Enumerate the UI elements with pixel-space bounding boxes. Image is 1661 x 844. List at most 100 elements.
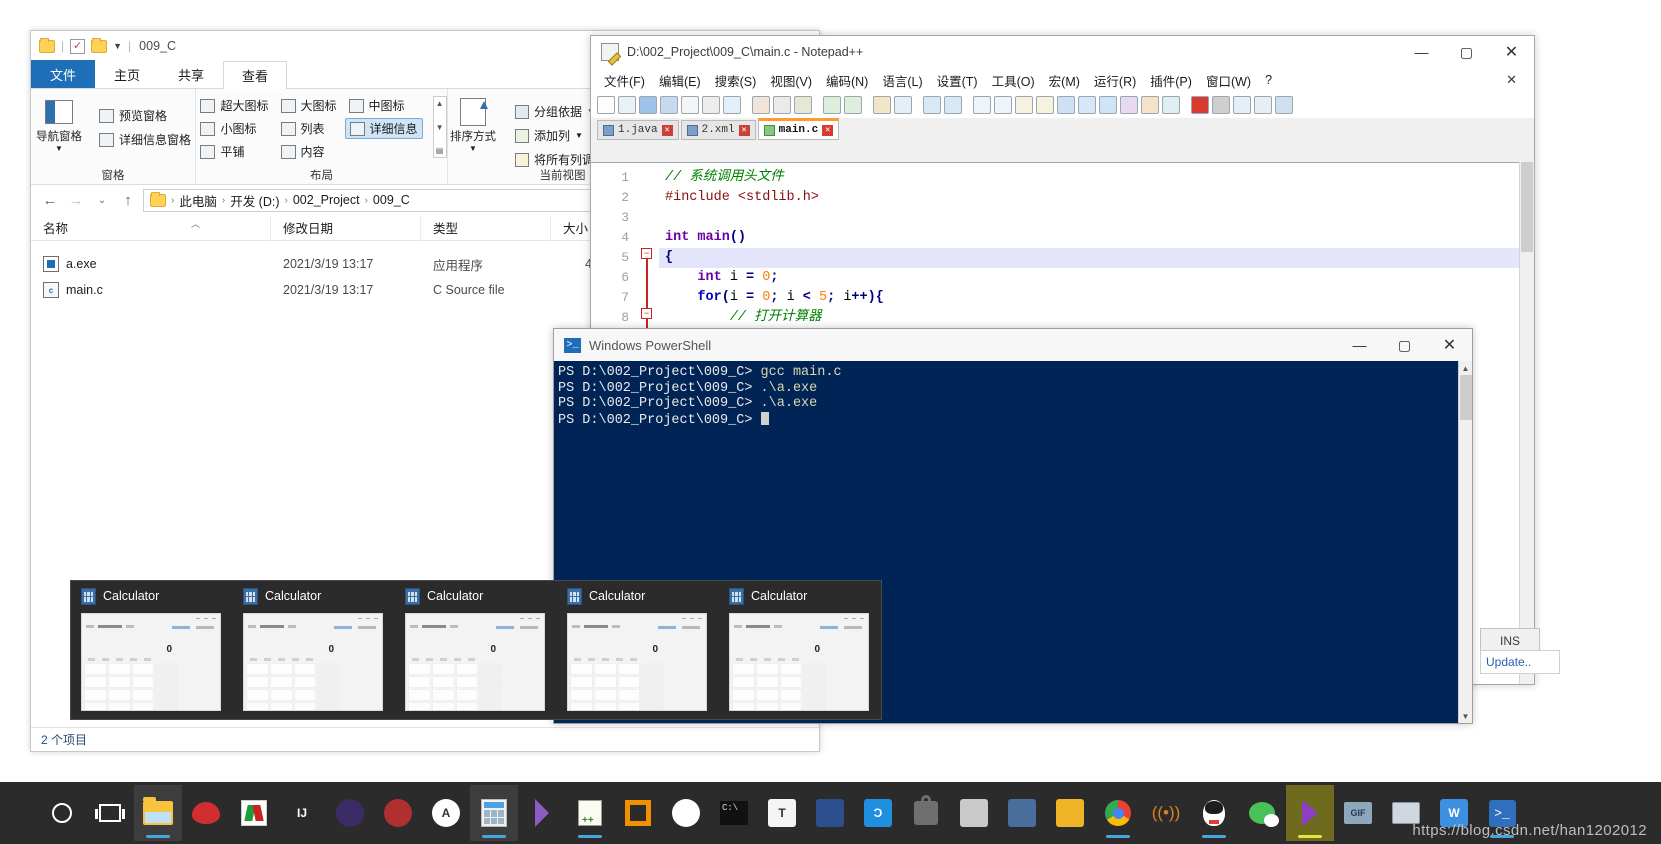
breadcrumb-this-pc[interactable]: 此电脑 [179,191,217,210]
save-icon[interactable] [639,96,657,114]
maximize-button[interactable]: ▢ [1382,329,1427,361]
windows-taskbar[interactable]: IJA++C:\TƆ((•))GIFW>_ https://blog.csdn.… [0,782,1661,844]
close-document-icon[interactable]: ✕ [1499,70,1524,90]
xmind-icon[interactable]: Ɔ [854,785,902,841]
menu-file[interactable]: 文件(F) [597,69,652,92]
column-header-type[interactable]: 类型 [421,215,551,241]
gif-tool-icon[interactable]: GIF [1334,785,1382,841]
close-icon[interactable]: ✕ [739,125,750,136]
vs-code-icon[interactable] [518,785,566,841]
breadcrumb-folder-2[interactable]: 009_C [373,193,410,207]
scrollbar-thumb[interactable] [1460,375,1472,420]
thumbnail-preview-calculator[interactable]: Calculator0 [719,581,881,721]
details-pane-button[interactable]: 详细信息窗格 [95,130,195,149]
close-button[interactable]: ✕ [1427,329,1472,361]
save-macro-icon[interactable] [1275,96,1293,114]
new-folder-icon[interactable] [91,40,107,53]
cut-icon[interactable] [752,96,770,114]
winrar-icon[interactable] [230,785,278,841]
sync-scroll-h-icon[interactable] [994,96,1012,114]
menu-bar[interactable]: 文件(F) 编辑(E) 搜索(S) 视图(V) 编码(N) 语言(L) 设置(T… [591,68,1534,92]
up-button[interactable]: ↑ [117,189,139,211]
title-bar[interactable]: D:\002_Project\009_C\main.c - Notepad++ … [591,36,1534,68]
chevron-down-icon[interactable]: ▼ [113,41,122,51]
minimize-button[interactable]: — [1337,329,1382,361]
undo-icon[interactable] [823,96,841,114]
column-header-name[interactable]: 名称 [31,215,271,241]
baidu-netdisk-icon[interactable] [662,785,710,841]
zoom-in-icon[interactable] [923,96,941,114]
cortana-icon[interactable] [38,785,86,841]
menu-edit[interactable]: 编辑(E) [652,69,708,92]
code-line[interactable] [659,208,1534,228]
layout-list[interactable]: 列表 [277,118,341,139]
fold-toggle-icon[interactable]: − [641,308,652,319]
word-art-icon[interactable]: A [422,785,470,841]
window-controls[interactable]: — ▢ ✕ [1337,329,1472,361]
code-line[interactable]: // 系统调用头文件 [659,168,1534,188]
preview-pane-button[interactable]: 预览窗格 [95,106,195,125]
thumbnail-window-preview[interactable]: 0 [405,613,545,711]
wallpaper-engine-icon[interactable] [950,785,998,841]
forward-button[interactable]: → [65,189,87,211]
find-icon[interactable] [873,96,891,114]
layout-large-icons[interactable]: 大图标 [277,96,341,115]
menu-search[interactable]: 搜索(S) [708,69,764,92]
word-wrap-icon[interactable] [1015,96,1033,114]
editor-vertical-scrollbar[interactable] [1519,162,1534,684]
notepadpp-icon[interactable]: ++ [566,785,614,841]
breadcrumb-drive[interactable]: 开发 (D:) [230,191,279,210]
code-line[interactable]: int main() [659,228,1534,248]
layout-extra-large-icons[interactable]: 超大图标 [196,96,272,115]
layout-small-icons[interactable]: 小图标 [196,118,272,139]
tab-main-c[interactable]: main.c ✕ [758,118,840,140]
close-icon[interactable]: ✕ [662,125,673,136]
task-view-icon[interactable] [86,785,134,841]
indent-guide-icon[interactable] [1057,96,1075,114]
replace-icon[interactable] [894,96,912,114]
scroll-down-icon[interactable]: ▼ [1459,709,1472,723]
close-all-icon[interactable] [702,96,720,114]
console-scrollbar[interactable]: ▲ ▼ [1458,361,1472,723]
tab-1-java[interactable]: 1.java ✕ [597,120,679,140]
sync-scroll-v-icon[interactable] [973,96,991,114]
play-macro-icon[interactable] [1233,96,1251,114]
breadcrumb-folder-1[interactable]: 002_Project [293,193,360,207]
command-prompt-icon[interactable]: C:\ [710,785,758,841]
file-explorer-icon[interactable] [134,785,182,841]
user-language-icon[interactable] [1078,96,1096,114]
menu-run[interactable]: 运行(R) [1087,69,1143,92]
tab-share[interactable]: 共享 [159,60,223,88]
calculator-icon[interactable] [470,785,518,841]
tab-2-xml[interactable]: 2.xml ✕ [681,120,756,140]
run-macro-multiple-icon[interactable] [1254,96,1272,114]
properties-icon[interactable]: ✓ [70,39,85,54]
layout-details[interactable]: 详细信息 [345,118,423,139]
stop-macro-icon[interactable] [1212,96,1230,114]
navigation-pane-button[interactable]: 导航窗格 ▼ [31,96,87,153]
lock-folder-icon[interactable] [902,785,950,841]
thumbnail-window-preview[interactable]: 0 [729,613,869,711]
window-controls[interactable]: — ▢ ✕ [1399,36,1534,68]
thumbnail-window-preview[interactable]: 0 [243,613,383,711]
back-button[interactable]: ← [39,189,61,211]
vmware-icon[interactable] [614,785,662,841]
function-list-icon[interactable] [1120,96,1138,114]
layout-tiles[interactable]: 平铺 [196,142,272,161]
update-notification[interactable]: Update.. [1480,650,1560,674]
thumbnail-preview-calculator[interactable]: Calculator0 [395,581,557,721]
title-bar[interactable]: >_ Windows PowerShell — ▢ ✕ [554,329,1472,361]
intellij-idea-icon[interactable]: IJ [278,785,326,841]
chevron-down-icon[interactable]: ▼ [575,131,583,140]
print-icon[interactable] [723,96,741,114]
minimize-button[interactable]: — [1399,36,1444,68]
qq-icon[interactable] [1190,785,1238,841]
copy-icon[interactable] [773,96,791,114]
new-file-icon[interactable] [597,96,615,114]
zoom-out-icon[interactable] [944,96,962,114]
bandicam-icon[interactable] [1286,785,1334,841]
tab-file[interactable]: 文件 [31,60,95,88]
thumbnail-window-preview[interactable]: 0 [81,613,221,711]
layout-content[interactable]: 内容 [277,142,341,161]
document-tabs[interactable]: 1.java ✕ 2.xml ✕ main.c ✕ [591,118,1534,140]
